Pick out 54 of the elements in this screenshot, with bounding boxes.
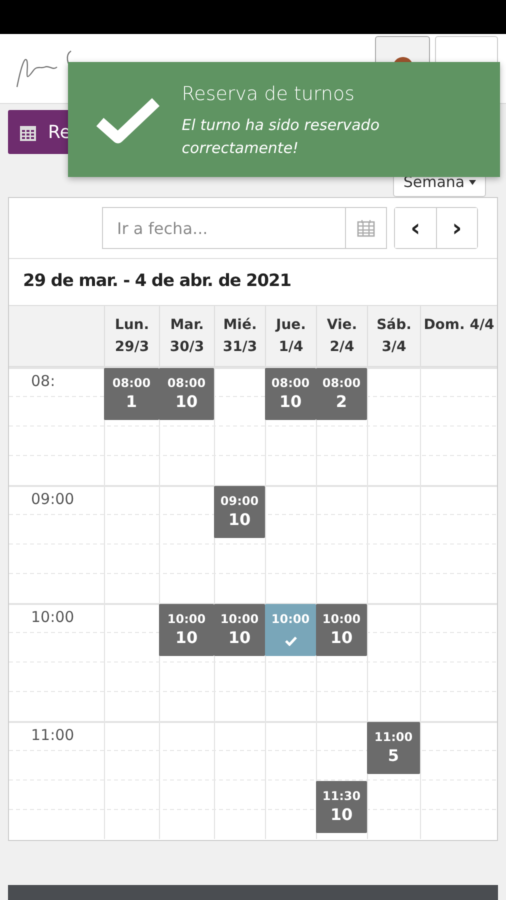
slot-time: 10:00 bbox=[219, 611, 260, 628]
calendar-icon bbox=[20, 124, 36, 140]
time-slot[interactable]: 10:00 10 bbox=[159, 604, 214, 656]
day-header: Sáb. 3/4 bbox=[367, 306, 420, 366]
time-slot[interactable]: 11:30 10 bbox=[316, 781, 367, 833]
slot-time: 11:00 bbox=[373, 729, 414, 746]
slot-count: 10 bbox=[329, 805, 354, 826]
slot-count: 2 bbox=[334, 392, 348, 413]
time-slot[interactable]: 09:00 10 bbox=[214, 486, 265, 538]
day-header: Vie. 2/4 bbox=[316, 306, 367, 366]
slot-count: 10 bbox=[278, 392, 303, 413]
time-slot[interactable]: 08:00 2 bbox=[316, 368, 367, 420]
time-label: 10:00 bbox=[31, 607, 74, 628]
time-label: 11:00 bbox=[31, 725, 74, 746]
slot-count: 5 bbox=[386, 746, 400, 767]
time-slot[interactable]: 11:00 5 bbox=[367, 722, 420, 774]
checkmark-icon bbox=[284, 636, 296, 646]
day-header: Jue. 1/4 bbox=[265, 306, 316, 366]
slot-time: 09:00 bbox=[219, 493, 260, 510]
date-field[interactable]: Ir a fecha... bbox=[102, 207, 345, 249]
slot-count: 10 bbox=[329, 628, 354, 649]
slot-time: 11:30 bbox=[321, 788, 362, 805]
day-header: Mar. 30/3 bbox=[159, 306, 214, 366]
time-slot[interactable]: 08:00 10 bbox=[159, 368, 214, 420]
slot-count: 10 bbox=[174, 628, 199, 649]
calendar-icon bbox=[357, 219, 375, 237]
logo-signature-drawing bbox=[16, 50, 74, 88]
slot-time: 08:00 bbox=[321, 375, 362, 392]
slot-time: 08:00 bbox=[270, 375, 311, 392]
slot-count: 1 bbox=[124, 392, 138, 413]
toast-message: El turno ha sido reservado correctamente! bbox=[182, 115, 380, 159]
time-label: 09:00 bbox=[31, 489, 74, 510]
time-slot[interactable]: 08:00 10 bbox=[265, 368, 316, 420]
day-header: Dom. 4/4 bbox=[420, 306, 497, 366]
slot-time: 10:00 bbox=[321, 611, 362, 628]
slot-time: 10:00 bbox=[270, 611, 311, 628]
checkmark-icon bbox=[96, 96, 160, 144]
caret-icon bbox=[468, 180, 476, 184]
time-slot[interactable]: 10:00 10 bbox=[316, 604, 367, 656]
time-label: 08: bbox=[31, 371, 56, 392]
next-button[interactable]: › bbox=[436, 208, 477, 248]
time-slot[interactable]: 08:00 1 bbox=[104, 368, 159, 420]
date-range-title: 29 de mar. - 4 de abr. de 2021 bbox=[22, 270, 292, 294]
slot-time: 08:00 bbox=[166, 375, 207, 392]
day-header: Mié. 31/3 bbox=[214, 306, 265, 366]
slot-count: 10 bbox=[174, 392, 199, 413]
slot-time: 08:00 bbox=[111, 375, 152, 392]
calendar-button[interactable] bbox=[345, 207, 387, 249]
slot-count: 10 bbox=[227, 510, 252, 531]
day-header: Lun. 29/3 bbox=[104, 306, 159, 366]
toast-title: Reserva de turnos bbox=[182, 82, 356, 107]
time-slot[interactable]: 10:00 10 bbox=[214, 604, 265, 656]
slot-count: 10 bbox=[227, 628, 252, 649]
slot-time: 10:00 bbox=[166, 611, 207, 628]
